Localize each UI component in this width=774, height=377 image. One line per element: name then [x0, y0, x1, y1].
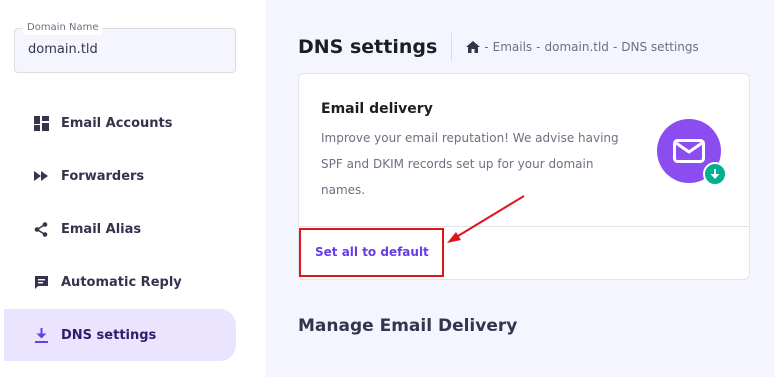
sidebar-item-label: Email Accounts	[61, 115, 173, 131]
download-arrow-icon	[703, 162, 727, 186]
sidebar-item-label: Email Alias	[61, 221, 142, 237]
card-description: Improve your email reputation! We advise…	[321, 131, 619, 197]
home-icon[interactable]	[466, 41, 481, 53]
share-icon	[33, 221, 49, 237]
annotation-highlight-box	[299, 228, 444, 277]
breadcrumb-item-dns-settings: DNS settings	[621, 40, 699, 54]
fast-forward-icon	[33, 168, 49, 184]
main-content: DNS settings - Emails - domain.tld - DNS…	[266, 0, 774, 377]
breadcrumb-item-domain[interactable]: domain.tld	[545, 40, 609, 54]
download-icon	[33, 327, 49, 343]
sidebar-item-label: DNS settings	[61, 327, 157, 343]
sidebar-item-email-alias[interactable]: Email Alias	[0, 203, 236, 255]
page-title: DNS settings	[298, 36, 438, 58]
domain-value: domain.tld	[28, 42, 98, 57]
breadcrumb-item-emails[interactable]: Emails	[493, 40, 533, 54]
domain-label: Domain Name	[23, 21, 103, 35]
sidebar-item-label: Forwarders	[61, 168, 145, 184]
domain-selector[interactable]: Domain Name domain.tld	[14, 21, 236, 73]
header-divider	[451, 33, 453, 61]
breadcrumb-separator: -	[536, 40, 541, 54]
sidebar: Domain Name domain.tld Email Accounts Fo…	[0, 0, 266, 377]
sidebar-item-email-accounts[interactable]: Email Accounts	[0, 97, 236, 149]
breadcrumb: - Emails - domain.tld - DNS settings	[466, 40, 699, 54]
section-title: Manage Email Delivery	[298, 316, 518, 336]
sidebar-item-label: Automatic Reply	[61, 274, 182, 290]
chat-icon	[33, 274, 49, 290]
breadcrumb-separator: -	[484, 40, 489, 54]
sidebar-item-forwarders[interactable]: Forwarders	[0, 150, 236, 202]
dashboard-icon	[33, 115, 49, 131]
card-divider	[299, 226, 749, 227]
card-title: Email delivery	[321, 101, 433, 117]
breadcrumb-separator: -	[612, 40, 618, 54]
sidebar-item-dns-settings[interactable]: DNS settings	[4, 309, 236, 361]
sidebar-item-automatic-reply[interactable]: Automatic Reply	[0, 256, 236, 308]
page-header: DNS settings - Emails - domain.tld - DNS…	[298, 33, 699, 61]
